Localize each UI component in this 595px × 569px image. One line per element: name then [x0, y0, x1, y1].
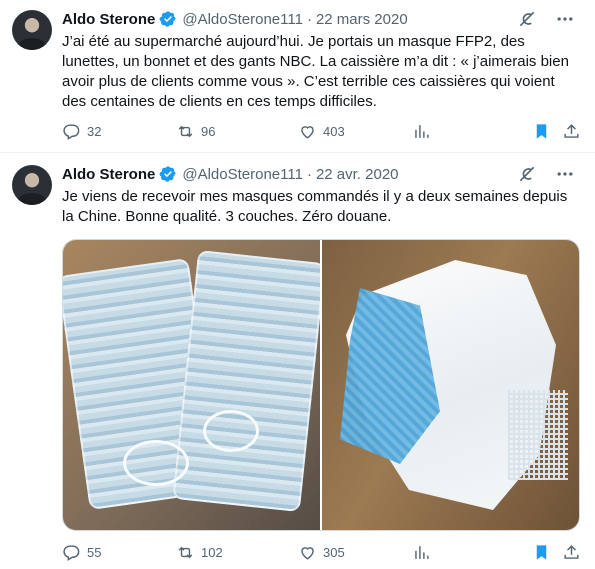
- packaged-surgical-masks-photo[interactable]: [63, 240, 320, 530]
- grok-icon[interactable]: [517, 164, 537, 184]
- tweet-actions: 32 96 403: [62, 119, 581, 143]
- share-icon: [562, 543, 581, 562]
- retweet-button[interactable]: 102: [176, 543, 223, 562]
- reply-button[interactable]: 32: [62, 122, 101, 141]
- verified-badge-icon: [159, 165, 177, 183]
- reply-count: 55: [87, 544, 102, 560]
- media-grid: [62, 239, 580, 531]
- tweet-text: J’ai été au supermarché aujourd’hui. Je …: [62, 33, 569, 110]
- author-handle[interactable]: @AldoSterone111: [182, 166, 303, 183]
- share-icon: [562, 122, 581, 141]
- views-button[interactable]: [412, 543, 431, 562]
- opened-mask-layers-photo[interactable]: [322, 240, 579, 530]
- separator: ·: [306, 165, 312, 183]
- retweet-icon: [176, 543, 195, 562]
- avatar[interactable]: [12, 165, 52, 205]
- author-name[interactable]: Aldo Sterone: [62, 166, 155, 183]
- share-button[interactable]: [562, 543, 581, 562]
- author-handle[interactable]: @AldoSterone111: [182, 11, 303, 28]
- reply-icon: [62, 543, 81, 562]
- retweet-count: 96: [201, 123, 216, 139]
- like-button[interactable]: 403: [298, 122, 345, 141]
- bookmark-icon: [532, 122, 551, 141]
- retweet-button[interactable]: 96: [176, 122, 215, 141]
- like-button[interactable]: 305: [298, 543, 345, 562]
- views-icon: [412, 543, 431, 562]
- tweet-2[interactable]: Aldo Sterone @AldoSterone111 · 22 avr. 2…: [0, 153, 595, 569]
- bookmark-button[interactable]: [532, 122, 551, 141]
- bookmark-button[interactable]: [532, 543, 551, 562]
- reply-count: 32: [87, 123, 102, 139]
- tweet-date[interactable]: 22 avr. 2020: [316, 166, 399, 183]
- tweet-actions: 55 102 305: [62, 540, 581, 564]
- avatar[interactable]: [12, 10, 52, 50]
- share-button[interactable]: [562, 122, 581, 141]
- separator: ·: [306, 10, 312, 28]
- tweet-header: Aldo Sterone @AldoSterone111 · 22 mars 2…: [62, 9, 575, 29]
- tweet-date[interactable]: 22 mars 2020: [316, 11, 408, 28]
- retweet-icon: [176, 122, 195, 141]
- grok-icon[interactable]: [517, 9, 537, 29]
- verified-badge-icon: [159, 10, 177, 28]
- reply-icon: [62, 122, 81, 141]
- like-icon: [298, 122, 317, 141]
- author-name[interactable]: Aldo Sterone: [62, 11, 155, 28]
- like-count: 403: [323, 123, 345, 139]
- views-icon: [412, 122, 431, 141]
- retweet-count: 102: [201, 544, 223, 560]
- tweet-text: Je viens de recevoir mes masques command…: [62, 188, 568, 225]
- like-count: 305: [323, 544, 345, 560]
- tweet-1[interactable]: Aldo Sterone @AldoSterone111 · 22 mars 2…: [0, 0, 595, 153]
- views-button[interactable]: [412, 122, 431, 141]
- reply-button[interactable]: 55: [62, 543, 101, 562]
- bookmark-icon: [532, 543, 551, 562]
- more-icon[interactable]: [555, 164, 575, 184]
- tweet-header: Aldo Sterone @AldoSterone111 · 22 avr. 2…: [62, 164, 575, 184]
- more-icon[interactable]: [555, 9, 575, 29]
- like-icon: [298, 543, 317, 562]
